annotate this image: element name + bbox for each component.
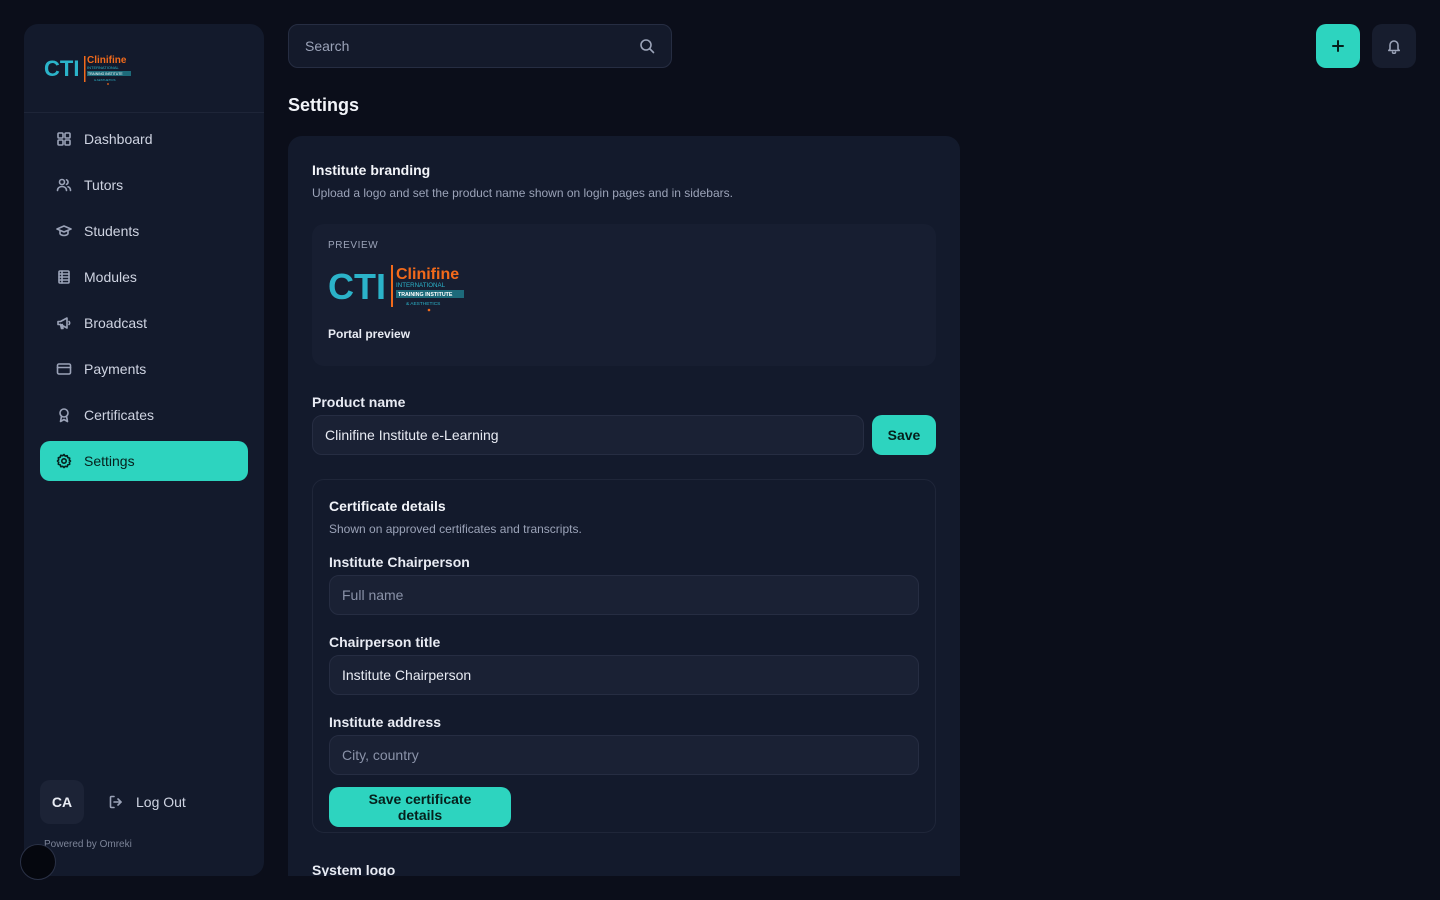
preview-logo-icon: CTI Clinifine INTERNATIONAL TRAINING INS… bbox=[328, 265, 464, 312]
sidebar-item-label: Modules bbox=[84, 269, 137, 285]
system-logo-title: System logo bbox=[312, 862, 396, 876]
search-bar bbox=[288, 24, 672, 68]
svg-text:INTERNATIONAL: INTERNATIONAL bbox=[87, 65, 119, 70]
library-icon bbox=[56, 269, 72, 285]
sidebar-footer: CA Log Out bbox=[40, 780, 186, 824]
sidebar-item-label: Certificates bbox=[84, 407, 155, 423]
sidebar-item-students[interactable]: Students bbox=[40, 211, 248, 251]
svg-text:& AESTHETICS: & AESTHETICS bbox=[94, 78, 116, 82]
bell-icon bbox=[1388, 40, 1400, 54]
notifications-button[interactable] bbox=[1372, 24, 1416, 68]
svg-text:Clinifine: Clinifine bbox=[396, 266, 459, 283]
svg-text:CTI: CTI bbox=[328, 266, 386, 307]
certificate-description: Shown on approved certificates and trans… bbox=[329, 522, 582, 536]
graduation-cap-icon bbox=[56, 223, 72, 239]
grid-icon bbox=[56, 131, 72, 147]
users-icon bbox=[56, 177, 72, 193]
address-label: Institute address bbox=[329, 714, 442, 730]
logout-button[interactable]: Log Out bbox=[108, 794, 186, 810]
sidebar-item-label: Settings bbox=[84, 453, 135, 469]
powered-by: Powered by Omreki bbox=[44, 839, 132, 850]
sidebar-item-label: Payments bbox=[84, 361, 147, 377]
search-input[interactable] bbox=[305, 38, 605, 54]
svg-text:CTI: CTI bbox=[44, 56, 79, 81]
sidebar-nav: Dashboard Tutors Students Modules Broadc… bbox=[24, 119, 264, 481]
chairperson-label: Institute Chairperson bbox=[329, 554, 470, 570]
logout-label: Log Out bbox=[136, 794, 186, 810]
credit-card-icon bbox=[56, 361, 72, 377]
logo-preview: PREVIEW CTI Clinifine INTERNATIONAL TRAI… bbox=[312, 224, 936, 366]
settings-card: Institute branding Upload a logo and set… bbox=[288, 136, 960, 876]
save-certificate-button[interactable]: Save certificate details bbox=[329, 787, 511, 827]
sidebar-item-label: Students bbox=[84, 223, 140, 239]
sidebar: CTI Clinifine INTERNATIONAL TRAINING INS… bbox=[24, 24, 264, 876]
sidebar-item-label: Tutors bbox=[84, 177, 124, 193]
preview-label: PREVIEW bbox=[328, 240, 379, 251]
sidebar-logo[interactable]: CTI Clinifine INTERNATIONAL TRAINING INS… bbox=[24, 24, 264, 113]
preview-caption: Portal preview bbox=[328, 327, 411, 341]
sidebar-item-certificates[interactable]: Certificates bbox=[40, 395, 248, 435]
svg-text:INTERNATIONAL: INTERNATIONAL bbox=[396, 282, 446, 289]
sidebar-item-broadcast[interactable]: Broadcast bbox=[40, 303, 248, 343]
chairperson-name-input[interactable] bbox=[329, 575, 919, 615]
product-name-label: Product name bbox=[312, 394, 406, 410]
svg-text:TRAINING INSTITUTE: TRAINING INSTITUTE bbox=[398, 292, 453, 298]
plus-icon bbox=[1332, 40, 1344, 52]
search-icon[interactable] bbox=[639, 38, 655, 54]
product-name-input[interactable] bbox=[312, 415, 864, 455]
gear-icon bbox=[56, 453, 72, 469]
chairperson-title-input[interactable] bbox=[329, 655, 919, 695]
sidebar-item-dashboard[interactable]: Dashboard bbox=[40, 119, 248, 159]
certificate-details-section: Certificate details Shown on approved ce… bbox=[312, 479, 936, 833]
svg-text:TRAINING INSTITUTE: TRAINING INSTITUTE bbox=[88, 72, 123, 76]
logout-icon bbox=[109, 795, 122, 809]
sidebar-item-settings[interactable]: Settings bbox=[40, 441, 248, 481]
svg-text:& AESTHETICS: & AESTHETICS bbox=[406, 301, 440, 307]
branding-title: Institute branding bbox=[312, 162, 431, 178]
product-name-row: Save bbox=[312, 415, 936, 455]
chairperson-title-label: Chairperson title bbox=[329, 634, 441, 650]
avatar[interactable]: CA bbox=[40, 780, 84, 824]
cti-logo-icon: CTI Clinifine INTERNATIONAL TRAINING INS… bbox=[44, 55, 131, 85]
award-icon bbox=[56, 407, 72, 423]
sidebar-item-modules[interactable]: Modules bbox=[40, 257, 248, 297]
sidebar-item-label: Dashboard bbox=[84, 131, 153, 147]
certificate-title: Certificate details bbox=[329, 498, 446, 514]
floating-circle-button[interactable] bbox=[20, 844, 56, 880]
address-input[interactable] bbox=[329, 735, 919, 775]
branding-description: Upload a logo and set the product name s… bbox=[312, 186, 733, 200]
page-title: Settings bbox=[288, 95, 360, 115]
save-button[interactable]: Save bbox=[872, 415, 936, 455]
megaphone-icon bbox=[56, 315, 72, 331]
sidebar-item-label: Broadcast bbox=[84, 315, 148, 331]
sidebar-item-payments[interactable]: Payments bbox=[40, 349, 248, 389]
sidebar-item-tutors[interactable]: Tutors bbox=[40, 165, 248, 205]
add-button[interactable] bbox=[1316, 24, 1360, 68]
